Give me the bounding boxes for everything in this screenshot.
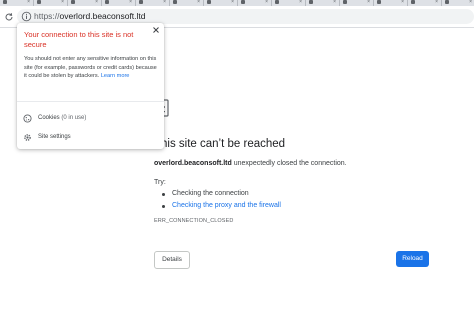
tab-close-icon[interactable]: × <box>333 0 336 5</box>
gear-icon <box>24 134 31 141</box>
site-settings-label: Site settings <box>38 134 71 140</box>
url-scheme: https:// <box>34 11 60 21</box>
popup-divider <box>17 101 164 102</box>
suggestion-list: Checking the connection Checking the pro… <box>154 188 281 212</box>
tab-close-icon[interactable]: × <box>367 0 370 5</box>
tab-favicon-icon <box>241 0 245 4</box>
tab-close-icon[interactable]: × <box>469 0 472 5</box>
tab-favicon-icon <box>105 0 109 4</box>
tab-close-icon[interactable]: × <box>163 0 166 5</box>
try-label: Try: <box>154 179 166 186</box>
tab-close-icon[interactable]: × <box>265 0 268 5</box>
tab-favicon-icon <box>207 0 211 4</box>
tab-favicon-icon <box>411 0 415 4</box>
url-text[interactable]: https://overlord.beaconsoft.ltd <box>34 11 146 22</box>
tab-close-icon[interactable]: × <box>95 0 98 5</box>
tab-close-icon[interactable]: × <box>27 0 30 5</box>
cookies-label: Cookies (0 in use) <box>38 114 86 123</box>
tab-close-icon[interactable]: × <box>231 0 234 5</box>
error-heading: This site can’t be reached <box>154 138 286 150</box>
url-host: overlord.beaconsoft.ltd <box>59 11 146 21</box>
tab-close-icon[interactable]: × <box>197 0 200 5</box>
tab-favicon-icon <box>71 0 75 4</box>
tab-close-icon[interactable]: × <box>401 0 404 5</box>
site-info-popup: Your connection to this site is not secu… <box>17 23 164 149</box>
popup-title: Your connection to this site is not secu… <box>24 30 134 49</box>
info-icon[interactable] <box>21 11 32 22</box>
cookies-count: (0 in use) <box>61 115 87 121</box>
error-description-text: unexpectedly closed the connection. <box>233 160 347 167</box>
tab-favicon-icon <box>37 0 41 4</box>
tab-close-icon[interactable]: × <box>435 0 438 5</box>
tab-favicon-icon <box>275 0 279 4</box>
tab-close-icon[interactable]: × <box>129 0 132 5</box>
learn-more-link[interactable]: Learn more <box>101 73 130 79</box>
tab-favicon-icon <box>173 0 177 4</box>
error-host: overlord.beaconsoft.ltd <box>154 160 232 167</box>
error-description: overlord.beaconsoft.ltd unexpectedly clo… <box>154 159 347 169</box>
tab-favicon-icon <box>377 0 381 4</box>
close-icon[interactable] <box>152 26 160 34</box>
tab-favicon-icon <box>445 0 449 4</box>
reload-icon[interactable] <box>4 12 14 22</box>
tab-favicon-icon <box>309 0 313 4</box>
popup-body-text: You should not enter any sensitive infor… <box>24 56 157 80</box>
site-settings-row[interactable]: Site settings <box>17 129 164 147</box>
tab-close-icon[interactable]: × <box>61 0 64 5</box>
error-code: ERR_CONNECTION_CLOSED <box>154 218 234 224</box>
tab-close-icon[interactable]: × <box>299 0 302 5</box>
popup-body: You should not enter any sensitive infor… <box>24 55 161 81</box>
cookies-row[interactable]: Cookies (0 in use) <box>17 110 164 128</box>
tab-favicon-icon <box>139 0 143 4</box>
suggestion-check-proxy-link[interactable]: Checking the proxy and the firewall <box>154 200 281 212</box>
cookies-text: Cookies <box>38 115 60 121</box>
reload-button[interactable]: Reload <box>396 251 429 267</box>
suggestion-check-connection: Checking the connection <box>154 188 281 200</box>
address-bar[interactable]: https://overlord.beaconsoft.ltd <box>17 9 474 24</box>
tab-favicon-icon <box>3 0 7 4</box>
details-button[interactable]: Details <box>154 251 190 269</box>
tab-favicon-icon <box>343 0 347 4</box>
cookie-icon <box>23 114 32 123</box>
